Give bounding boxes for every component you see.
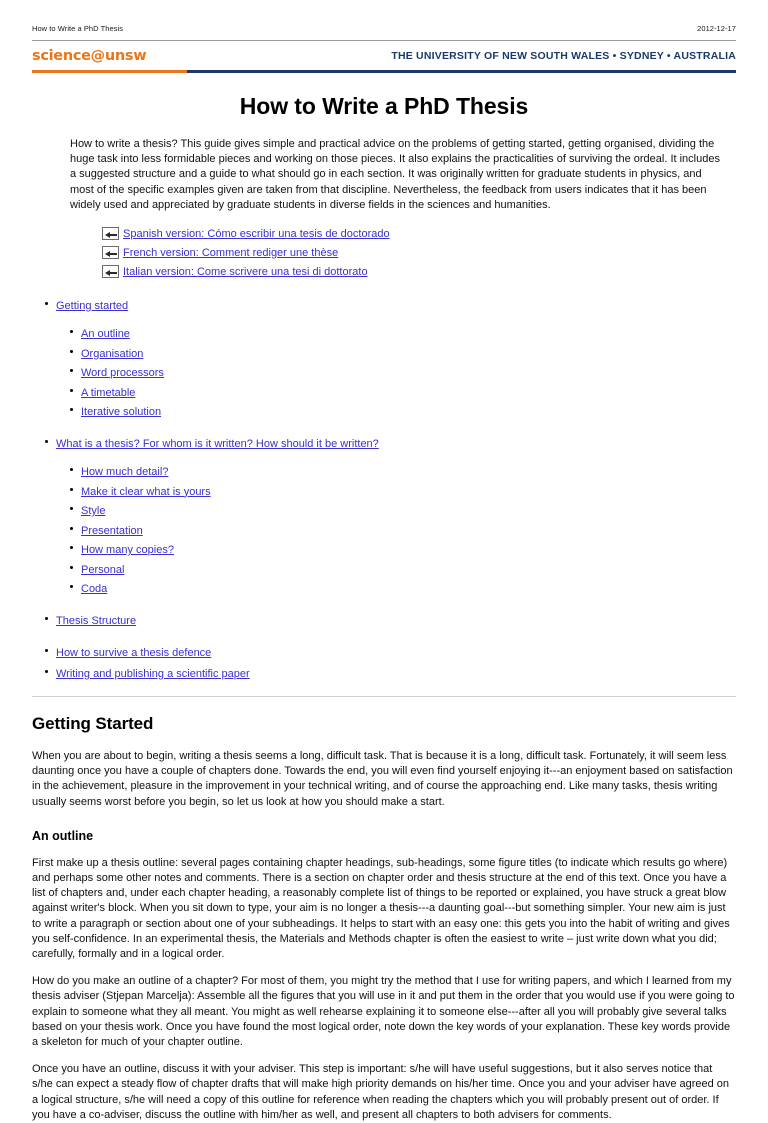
toc-item-iterative-solution: Iterative solution (70, 402, 736, 420)
toc-item-presentation: Presentation (70, 521, 736, 539)
toc-item-personal: Personal (70, 560, 736, 578)
translation-row-italian: Italian version: Come scrivere una tesi … (102, 263, 736, 280)
section-heading-getting-started: Getting Started (32, 714, 154, 734)
toc-item-what-is-a-thesis: What is a thesis? For whom is it written… (45, 434, 736, 597)
toc-link-how-many-copies[interactable]: How many copies? (81, 544, 174, 556)
toc-item-coda: Coda (70, 579, 736, 597)
toc-item-thesis-structure: Thesis Structure (45, 611, 736, 629)
toc-item-how-many-copies: How many copies? (70, 540, 736, 558)
document-content: How to Write a PhD Thesis How to write a… (32, 73, 736, 1123)
toc-link-word-processors[interactable]: Word processors (81, 367, 164, 379)
toc-link-thesis-structure[interactable]: Thesis Structure (56, 615, 136, 627)
broken-image-icon (102, 246, 119, 260)
subsection-heading-an-outline: An outline (32, 828, 94, 843)
an-outline-paragraph-3: Once you have an outline, discuss it wit… (32, 1063, 730, 1121)
toc-link-how-much-detail[interactable]: How much detail? (81, 466, 168, 478)
an-outline-paragraph-1: First make up a thesis outline: several … (32, 856, 730, 961)
toc-link-iterative-solution[interactable]: Iterative solution (81, 406, 161, 418)
link-french-version[interactable]: French version: Comment rediger une thès… (123, 246, 338, 260)
broken-image-icon (102, 265, 119, 279)
section-divider (32, 696, 736, 698)
translation-row-french: French version: Comment rediger une thès… (102, 244, 736, 261)
print-header-title: How to Write a PhD Thesis (32, 24, 124, 33)
toc-sublist-what-is-a-thesis: How much detail? Make it clear what is y… (56, 462, 736, 597)
toc-link-coda[interactable]: Coda (81, 583, 107, 595)
toc-item-style: Style (70, 501, 736, 519)
toc-item-an-outline: An outline (70, 324, 736, 342)
toc-item-how-much-detail: How much detail? (70, 462, 736, 480)
toc-link-make-it-clear-what-is-yours[interactable]: Make it clear what is yours (81, 486, 211, 498)
translation-links: Spanish version: Cómo escribir una tesis… (102, 225, 736, 280)
toc-item-a-timetable: A timetable (70, 383, 736, 401)
table-of-contents: Getting started An outline Organisation … (32, 296, 736, 682)
link-italian-version[interactable]: Italian version: Come scrivere una tesi … (123, 265, 368, 279)
science-unsw-logo[interactable]: science@unsw (32, 48, 147, 65)
toc-link-style[interactable]: Style (81, 505, 105, 517)
an-outline-paragraph-2: How do you make an outline of a chapter?… (32, 975, 735, 1049)
print-header-date: 2012-12-17 (697, 24, 736, 33)
toc-link-organisation[interactable]: Organisation (81, 348, 143, 360)
link-spanish-version[interactable]: Spanish version: Cómo escribir una tesis… (123, 227, 390, 241)
toc-item-organisation: Organisation (70, 344, 736, 362)
toc-sublist-getting-started: An outline Organisation Word processors … (56, 324, 736, 420)
banner-rule (32, 70, 736, 73)
section-paragraph-getting-started: When you are about to begin, writing a t… (32, 750, 733, 808)
toc-link-what-is-a-thesis[interactable]: What is a thesis? For whom is it written… (56, 438, 379, 450)
broken-image-icon (102, 227, 119, 241)
intro-paragraph: How to write a thesis? This guide gives … (70, 138, 720, 211)
intro-block: How to write a thesis? This guide gives … (70, 137, 724, 213)
toc-link-writing-publishing[interactable]: Writing and publishing a scientific pape… (56, 668, 250, 680)
unsw-banner: science@unsw THE UNIVERSITY OF NEW SOUTH… (32, 48, 736, 70)
toc-link-presentation[interactable]: Presentation (81, 525, 143, 537)
toc-link-a-timetable[interactable]: A timetable (81, 387, 135, 399)
page-title: How to Write a PhD Thesis (239, 93, 529, 119)
toc-item-getting-started: Getting started An outline Organisation … (45, 296, 736, 420)
toc-item-writing-publishing: Writing and publishing a scientific pape… (45, 664, 736, 682)
toc-item-word-processors: Word processors (70, 363, 736, 381)
toc-link-getting-started[interactable]: Getting started (56, 300, 128, 312)
print-header: How to Write a PhD Thesis 2012-12-17 (32, 24, 736, 41)
translation-row-spanish: Spanish version: Cómo escribir una tesis… (102, 225, 736, 242)
toc-link-personal[interactable]: Personal (81, 564, 124, 576)
toc-item-survive-defence: How to survive a thesis defence (45, 643, 736, 661)
toc-link-an-outline[interactable]: An outline (81, 328, 130, 340)
unsw-tagline: THE UNIVERSITY OF NEW SOUTH WALES • SYDN… (391, 50, 736, 62)
document-page: How to Write a PhD Thesis 2012-12-17 sci… (0, 24, 768, 1121)
toc-item-make-it-clear: Make it clear what is yours (70, 482, 736, 500)
toc-link-survive-defence[interactable]: How to survive a thesis defence (56, 647, 211, 659)
